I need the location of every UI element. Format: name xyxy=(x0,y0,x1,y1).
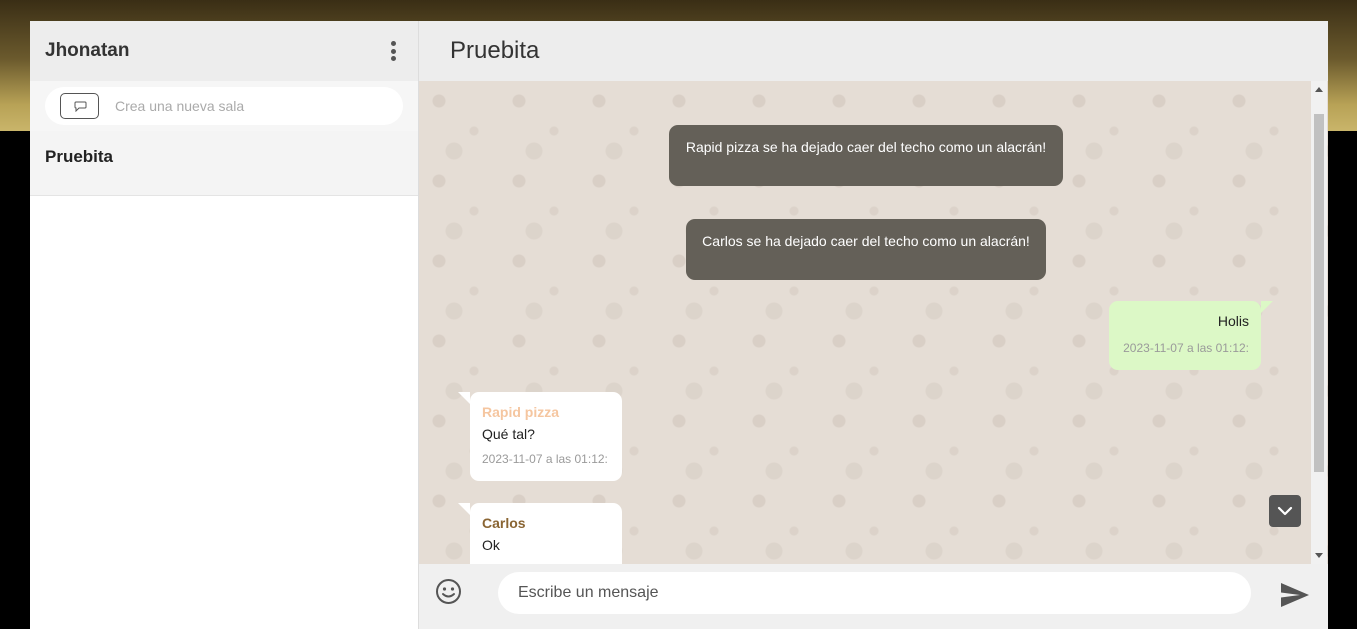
chat-title: Pruebita xyxy=(450,37,540,64)
chat-header: Pruebita xyxy=(419,21,1328,81)
chat-app: Jhonatan Pruebita Pruebita xyxy=(30,21,1328,629)
system-message-text: Carlos se ha dejado caer del techo como … xyxy=(702,233,1030,249)
system-message: Carlos se ha dejado caer del techo como … xyxy=(686,219,1046,280)
username: Jhonatan xyxy=(45,40,130,61)
message-time: 2023-11-07 a las 01:12: xyxy=(482,452,608,466)
message-text: Qué tal? xyxy=(482,426,535,442)
message-composer xyxy=(419,564,1328,629)
new-room-input[interactable] xyxy=(115,98,375,114)
room-item-pruebita[interactable]: Pruebita xyxy=(30,131,418,196)
sidebar: Jhonatan Pruebita xyxy=(30,21,419,629)
smiley-icon[interactable] xyxy=(435,578,462,605)
message-sender: Carlos xyxy=(482,515,526,531)
system-message: Rapid pizza se ha dejado caer del techo … xyxy=(669,125,1063,186)
outgoing-message: Holis 2023-11-07 a las 01:12: xyxy=(1109,301,1273,370)
room-name: Pruebita xyxy=(45,147,114,166)
message-sender: Rapid pizza xyxy=(482,404,560,420)
sidebar-header: Jhonatan xyxy=(30,21,418,81)
scroll-up-arrow-icon[interactable] xyxy=(1315,87,1323,92)
chevron-down-icon xyxy=(1277,506,1293,516)
scroll-thumb[interactable] xyxy=(1314,114,1324,472)
chat-bubble-icon xyxy=(74,101,86,112)
new-room-bar xyxy=(30,81,418,131)
incoming-message: Rapid pizza Qué tal? 2023-11-07 a las 01… xyxy=(458,392,622,481)
message-input[interactable] xyxy=(498,572,1251,614)
message-text: Holis xyxy=(1217,313,1249,329)
scroll-down-arrow-icon[interactable] xyxy=(1315,553,1323,558)
incoming-message: Carlos Ok xyxy=(458,503,622,564)
new-room-button[interactable] xyxy=(60,93,99,119)
kebab-menu-icon[interactable] xyxy=(383,39,403,63)
send-arrow-icon[interactable] xyxy=(1280,582,1310,608)
room-list-empty-area xyxy=(30,196,418,629)
chat-panel: Pruebita Rapid pizza se ha dejado caer d… xyxy=(419,21,1328,629)
message-text: Ok xyxy=(482,537,500,553)
new-room-box xyxy=(45,87,403,125)
scroll-to-bottom-button[interactable] xyxy=(1269,495,1301,527)
message-scrollbar[interactable] xyxy=(1311,81,1327,564)
message-list[interactable]: Rapid pizza se ha dejado caer del techo … xyxy=(419,81,1328,564)
message-time: 2023-11-07 a las 01:12: xyxy=(1123,341,1249,355)
system-message-text: Rapid pizza se ha dejado caer del techo … xyxy=(685,139,1047,155)
